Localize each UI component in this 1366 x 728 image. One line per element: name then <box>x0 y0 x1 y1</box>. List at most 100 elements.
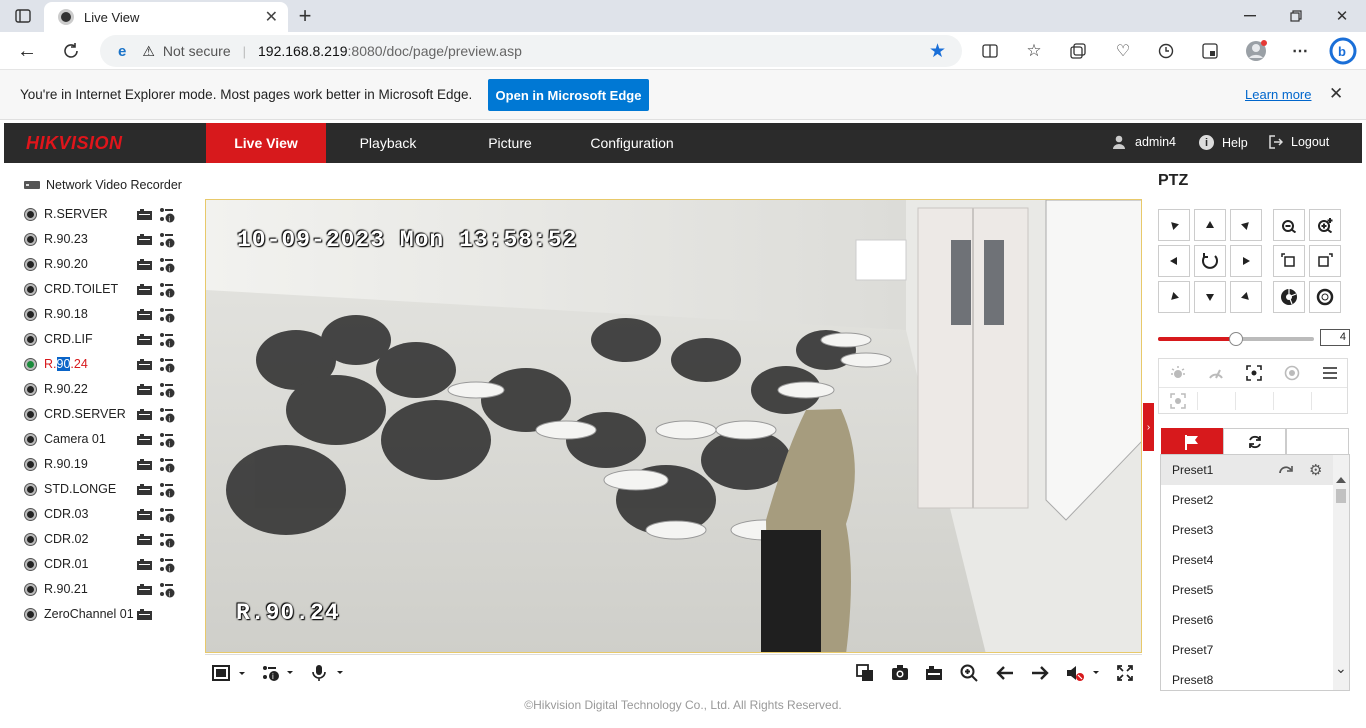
record-icon[interactable] <box>137 584 152 595</box>
tree-root[interactable]: Network Video Recorder <box>14 172 186 198</box>
pan-down-right-button[interactable] <box>1230 281 1262 313</box>
record-video-icon[interactable] <box>924 664 944 682</box>
browser-essentials-icon[interactable]: ♡ <box>1113 41 1133 61</box>
camera-node[interactable]: CDR.02 i <box>14 527 186 552</box>
ptz-control-icon[interactable]: i <box>159 432 175 448</box>
wiper-icon[interactable] <box>1205 364 1227 382</box>
volume-muted-button[interactable] <box>1065 664 1105 682</box>
nav-playback[interactable]: Playback <box>328 123 448 163</box>
microphone-button[interactable] <box>311 664 345 682</box>
favorite-star-icon[interactable]: ★ <box>929 40 946 63</box>
preset-tab[interactable] <box>1161 428 1223 455</box>
open-in-edge-button[interactable]: Open in Microsoft Edge <box>488 79 649 111</box>
camera-node[interactable]: CRD.LIF i <box>14 327 186 352</box>
preset-item[interactable]: Preset5 <box>1161 575 1349 605</box>
preset-item[interactable]: Preset4 <box>1161 545 1349 575</box>
ptz-control-icon[interactable]: i <box>159 257 175 273</box>
zero-channel-node[interactable]: ZeroChannel 01 <box>14 602 186 627</box>
patrol-tab[interactable] <box>1223 428 1286 455</box>
ptz-control-icon[interactable]: i <box>159 307 175 323</box>
close-window-icon[interactable]: ✕ <box>1332 6 1352 26</box>
capture-camera-icon[interactable] <box>890 664 910 682</box>
panel-collapse-handle[interactable]: › <box>1143 403 1154 451</box>
nav-picture[interactable]: Picture <box>450 123 570 163</box>
camera-node[interactable]: R.90.24 i <box>14 352 186 377</box>
more-menu-icon[interactable]: ⋯ <box>1290 41 1310 61</box>
focus-far-button[interactable] <box>1309 245 1341 277</box>
pan-right-button[interactable] <box>1230 245 1262 277</box>
digital-zoom-icon[interactable] <box>959 664 979 682</box>
pan-up-button[interactable] <box>1194 209 1226 241</box>
speed-value-field[interactable]: 4 <box>1320 329 1350 346</box>
nav-configuration[interactable]: Configuration <box>572 123 692 163</box>
ptz-list-button[interactable]: i <box>261 664 295 682</box>
preset-item[interactable]: Preset6 <box>1161 605 1349 635</box>
ptz-control-icon[interactable]: i <box>159 207 175 223</box>
tab-close-icon[interactable]: ✕ <box>265 7 278 27</box>
preset-item[interactable]: Preset8 <box>1161 665 1349 690</box>
preset-item[interactable]: Preset7 <box>1161 635 1349 665</box>
camera-node[interactable]: CRD.TOILET i <box>14 277 186 302</box>
profile-avatar-icon[interactable] <box>1244 39 1268 63</box>
camera-node[interactable]: CDR.03 i <box>14 502 186 527</box>
preset-item[interactable]: Preset2 <box>1161 485 1349 515</box>
collections-icon[interactable] <box>1068 41 1088 61</box>
live-video-pane[interactable]: 10-09-2023 Mon 13:58:52 R.90.24 <box>205 199 1142 653</box>
camera-node[interactable]: R.90.20 i <box>14 252 186 277</box>
browser-tab[interactable]: Live View ✕ <box>44 2 288 32</box>
ptz-control-icon[interactable]: i <box>159 457 175 473</box>
focus-near-button[interactable] <box>1273 245 1305 277</box>
record-icon[interactable] <box>137 609 152 620</box>
camera-node[interactable]: R.SERVER i <box>14 202 186 227</box>
learn-more-link[interactable]: Learn more <box>1245 87 1311 102</box>
ptz-control-icon[interactable]: i <box>159 557 175 573</box>
camera-node[interactable]: CRD.SERVER i <box>14 402 186 427</box>
extensions-icon[interactable] <box>1200 41 1220 61</box>
tab-actions-icon[interactable] <box>14 8 32 24</box>
preset-item[interactable]: Preset3 <box>1161 515 1349 545</box>
user-menu[interactable]: admin4 <box>1112 135 1176 149</box>
preset-item[interactable]: Preset1 ⚙ <box>1161 455 1349 485</box>
record-icon[interactable] <box>137 434 152 445</box>
camera-node[interactable]: R.90.19 i <box>14 452 186 477</box>
speed-slider-thumb[interactable] <box>1229 332 1243 346</box>
camera-node[interactable]: R.90.21 i <box>14 577 186 602</box>
record-icon[interactable] <box>137 259 152 270</box>
copilot-icon[interactable]: b <box>1328 36 1358 66</box>
split-screen-icon[interactable] <box>980 41 1000 61</box>
maximize-icon[interactable] <box>1286 6 1306 26</box>
nav-live-view[interactable]: Live View <box>206 123 326 163</box>
refresh-icon[interactable] <box>61 41 81 61</box>
stop-all-icon[interactable] <box>855 664 875 682</box>
record-icon[interactable] <box>137 484 152 495</box>
camera-node[interactable]: STD.LONGE i <box>14 477 186 502</box>
performance-icon[interactable] <box>1156 41 1176 61</box>
ptz-control-icon[interactable]: i <box>159 407 175 423</box>
pan-down-button[interactable] <box>1194 281 1226 313</box>
scroll-down-icon[interactable]: ⌄ <box>1335 660 1347 677</box>
record-icon[interactable] <box>137 209 152 220</box>
record-icon[interactable] <box>137 309 152 320</box>
minimize-icon[interactable] <box>1240 6 1260 26</box>
manual-tracking-icon[interactable] <box>1167 392 1189 410</box>
ptz-control-icon[interactable]: i <box>159 532 175 548</box>
zoom-out-button[interactable] <box>1273 209 1305 241</box>
ptz-control-icon[interactable]: i <box>159 232 175 248</box>
iris-open-button[interactable] <box>1273 281 1305 313</box>
record-icon[interactable] <box>137 234 152 245</box>
record-icon[interactable] <box>137 359 152 370</box>
scroll-up-icon[interactable] <box>1336 477 1346 483</box>
ptz-control-icon[interactable]: i <box>159 482 175 498</box>
previous-page-icon[interactable] <box>995 664 1015 682</box>
record-icon[interactable] <box>137 384 152 395</box>
camera-node[interactable]: R.90.18 i <box>14 302 186 327</box>
menu-lines-icon[interactable] <box>1319 364 1341 382</box>
preset-scrollbar[interactable]: ⌄ <box>1333 455 1349 690</box>
record-icon[interactable] <box>137 559 152 570</box>
ptz-control-icon[interactable]: i <box>159 332 175 348</box>
fullscreen-icon[interactable] <box>1115 664 1135 682</box>
record-icon[interactable] <box>137 459 152 470</box>
auto-focus-icon[interactable] <box>1243 364 1265 382</box>
auto-pan-button[interactable] <box>1194 245 1226 277</box>
url-field[interactable]: e ⚠ Not secure | 192.168.8.219 :8080/doc… <box>100 35 962 67</box>
